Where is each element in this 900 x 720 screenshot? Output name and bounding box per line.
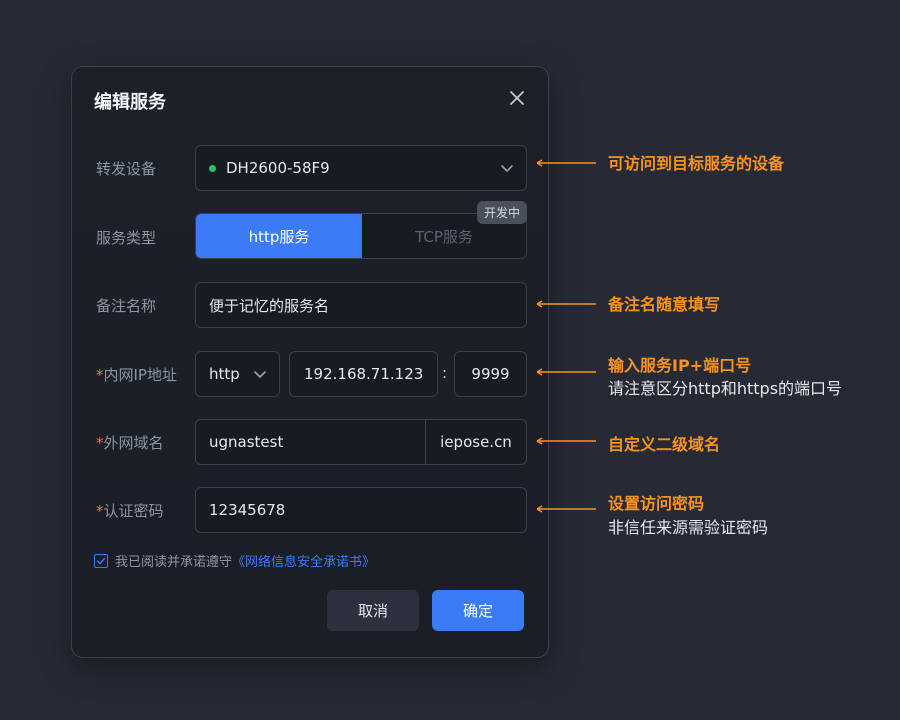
required-mark: * [96, 434, 104, 452]
service-type-label: 服务类型 [96, 229, 157, 247]
required-mark: * [96, 502, 104, 520]
password-input[interactable]: 12345678 [195, 487, 527, 533]
port-value: 9999 [471, 365, 510, 383]
in-development-badge: 开发中 [476, 201, 527, 224]
remark-input[interactable]: 便于记忆的服务名 [195, 282, 527, 328]
annotation-domain: 自定义二级域名 [608, 435, 721, 454]
ip-value: 192.168.71.123 [304, 365, 424, 383]
port-input[interactable]: 9999 [454, 351, 527, 397]
domain-suffix: iepose.cn [440, 433, 512, 451]
edit-service-dialog: 编辑服务 转发设备 DH2600-58F9 服务类型 http服务 TCP服务 … [71, 66, 549, 658]
arrow-icon [536, 368, 596, 376]
arrow-icon [536, 437, 596, 445]
remark-value: 便于记忆的服务名 [209, 296, 330, 315]
http-service-option[interactable]: http服务 [196, 214, 362, 258]
annotation-device: 可访问到目标服务的设备 [608, 154, 785, 173]
device-select[interactable]: DH2600-58F9 [195, 145, 527, 191]
remark-label: 备注名称 [96, 297, 157, 315]
device-label: 转发设备 [96, 160, 157, 178]
arrow-icon [536, 159, 596, 167]
device-value: DH2600-58F9 [226, 159, 330, 177]
arrow-icon [536, 300, 596, 308]
close-icon[interactable] [508, 89, 526, 107]
domain-label: *外网域名 [96, 434, 164, 452]
agreement-text: 我已阅读并承诺遵守 [115, 555, 233, 570]
service-type-toggle: http服务 TCP服务 开发中 [195, 201, 527, 259]
password-label: *认证密码 [96, 502, 164, 520]
protocol-value: http [209, 365, 240, 383]
ip-port-separator: : [442, 364, 448, 382]
required-mark: * [96, 366, 104, 384]
subdomain-input[interactable]: ugnastest [209, 433, 425, 451]
annotation-ip: 输入服务IP+端口号 [608, 356, 752, 375]
arrow-icon [536, 505, 596, 513]
ip-input[interactable]: 192.168.71.123 [289, 351, 438, 397]
chevron-down-icon [501, 165, 513, 172]
check-icon [96, 557, 106, 564]
confirm-button[interactable]: 确定 [432, 590, 524, 631]
dialog-title: 编辑服务 [94, 92, 166, 113]
annotation-ip-sub: 请注意区分http和https的端口号 [608, 379, 843, 398]
cancel-button[interactable]: 取消 [327, 590, 419, 631]
agreement-link[interactable]: 《网络信息安全承诺书》 [232, 551, 375, 570]
protocol-select[interactable]: http [195, 351, 280, 397]
annotation-password-sub: 非信任来源需验证密码 [608, 518, 769, 537]
online-status-dot [209, 164, 216, 172]
password-value: 12345678 [209, 501, 286, 519]
domain-input-group: ugnastest iepose.cn [195, 419, 527, 465]
agreement-checkbox[interactable] [94, 553, 108, 568]
intranet-ip-label: *内网IP地址 [96, 366, 177, 384]
annotation-password: 设置访问密码 [608, 494, 705, 513]
chevron-down-icon [254, 371, 266, 378]
annotation-remark: 备注名随意填写 [608, 295, 721, 314]
agreement-row: 我已阅读并承诺遵守 《网络信息安全承诺书》 [94, 551, 375, 570]
